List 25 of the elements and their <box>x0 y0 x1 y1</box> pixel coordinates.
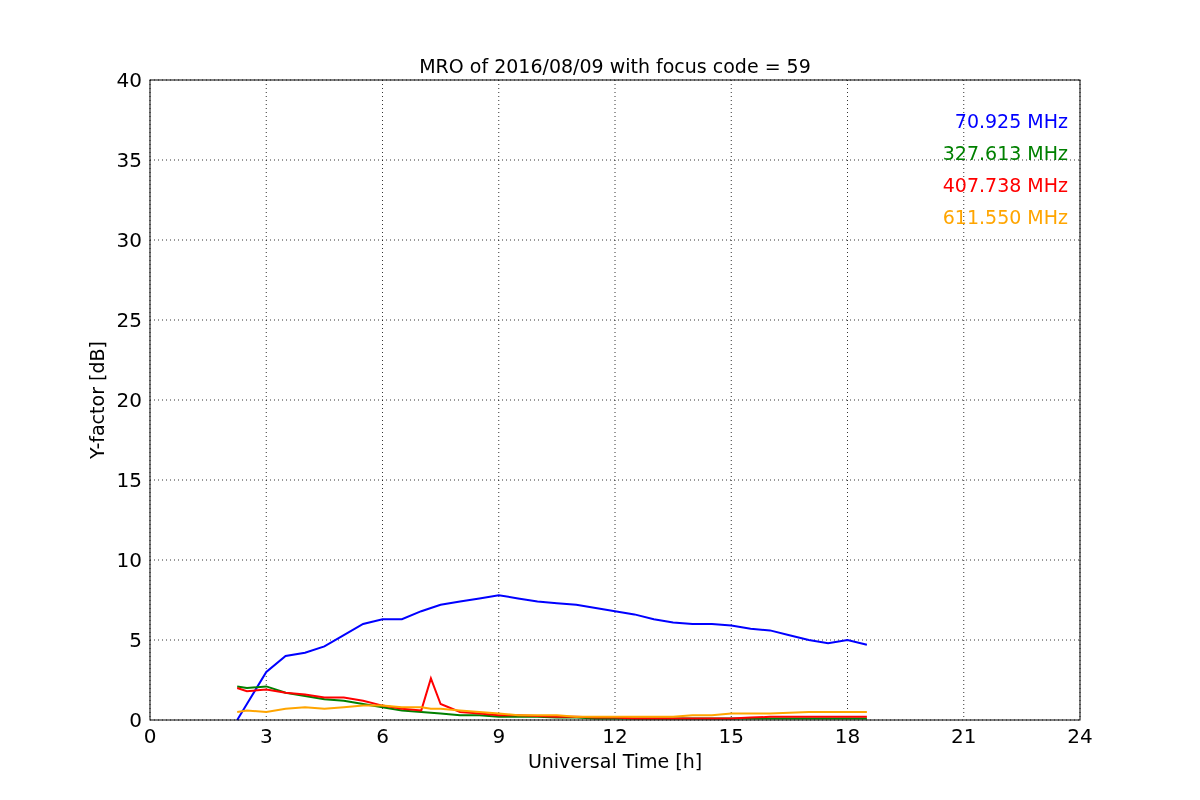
y-tick-label: 40 <box>116 68 142 92</box>
x-tick-label: 24 <box>1067 724 1093 748</box>
x-tick-label: 12 <box>602 724 628 748</box>
x-tick-label: 18 <box>834 724 861 748</box>
y-tick-label: 30 <box>116 228 142 252</box>
y-tick-label: 10 <box>116 548 142 572</box>
legend-label: 407.738 MHz <box>942 174 1068 196</box>
x-tick-label: 15 <box>718 724 744 748</box>
y-tick-label: 25 <box>116 308 142 332</box>
y-tick-label: 15 <box>116 468 142 492</box>
legend-label: 327.613 MHz <box>942 142 1068 164</box>
y-tick-label: 5 <box>129 628 142 652</box>
legend-label: 70.925 MHz <box>954 110 1068 132</box>
y-tick-label: 35 <box>116 148 142 172</box>
chart-title: MRO of 2016/08/09 with focus code = 59 <box>419 55 811 77</box>
y-axis-label: Y-factor [dB] <box>86 341 108 459</box>
x-tick-label: 6 <box>376 724 389 748</box>
x-axis-label: Universal Time [h] <box>527 750 703 772</box>
x-tick-label: 0 <box>143 724 157 748</box>
y-tick-label: 20 <box>116 388 142 412</box>
x-tick-label: 3 <box>259 724 273 748</box>
y-tick-label: 0 <box>129 708 142 732</box>
legend-label: 611.550 MHz <box>942 206 1068 228</box>
x-tick-label: 21 <box>951 724 977 748</box>
x-tick-label: 9 <box>492 724 506 748</box>
